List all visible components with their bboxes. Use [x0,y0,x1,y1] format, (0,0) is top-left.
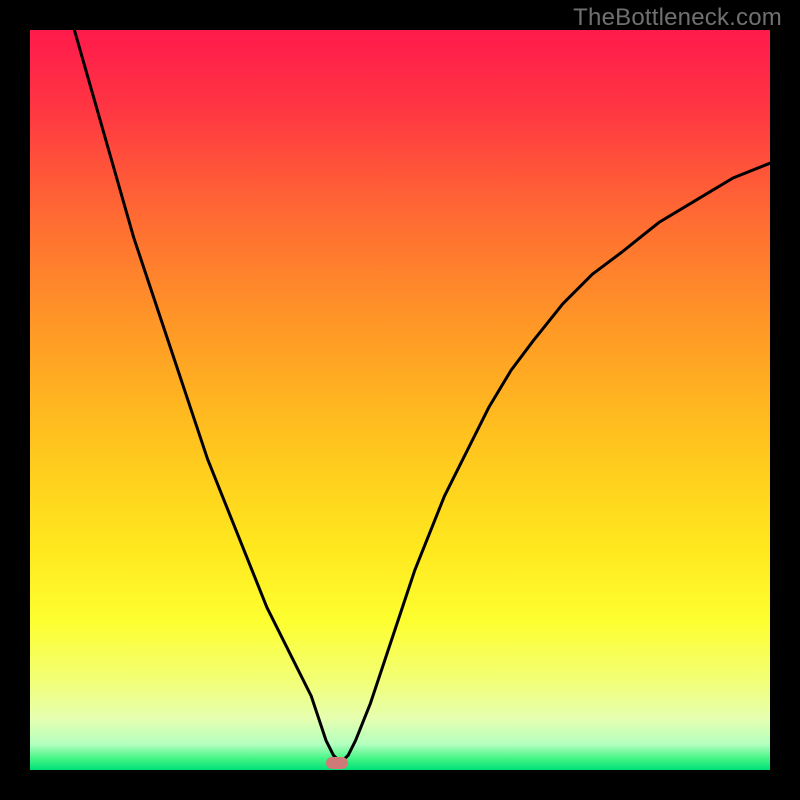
optimal-point-marker [326,757,348,769]
plot-area [30,30,770,770]
watermark-text: TheBottleneck.com [573,4,782,32]
app-frame: TheBottleneck.com [0,0,800,800]
bottleneck-curve [30,30,770,770]
